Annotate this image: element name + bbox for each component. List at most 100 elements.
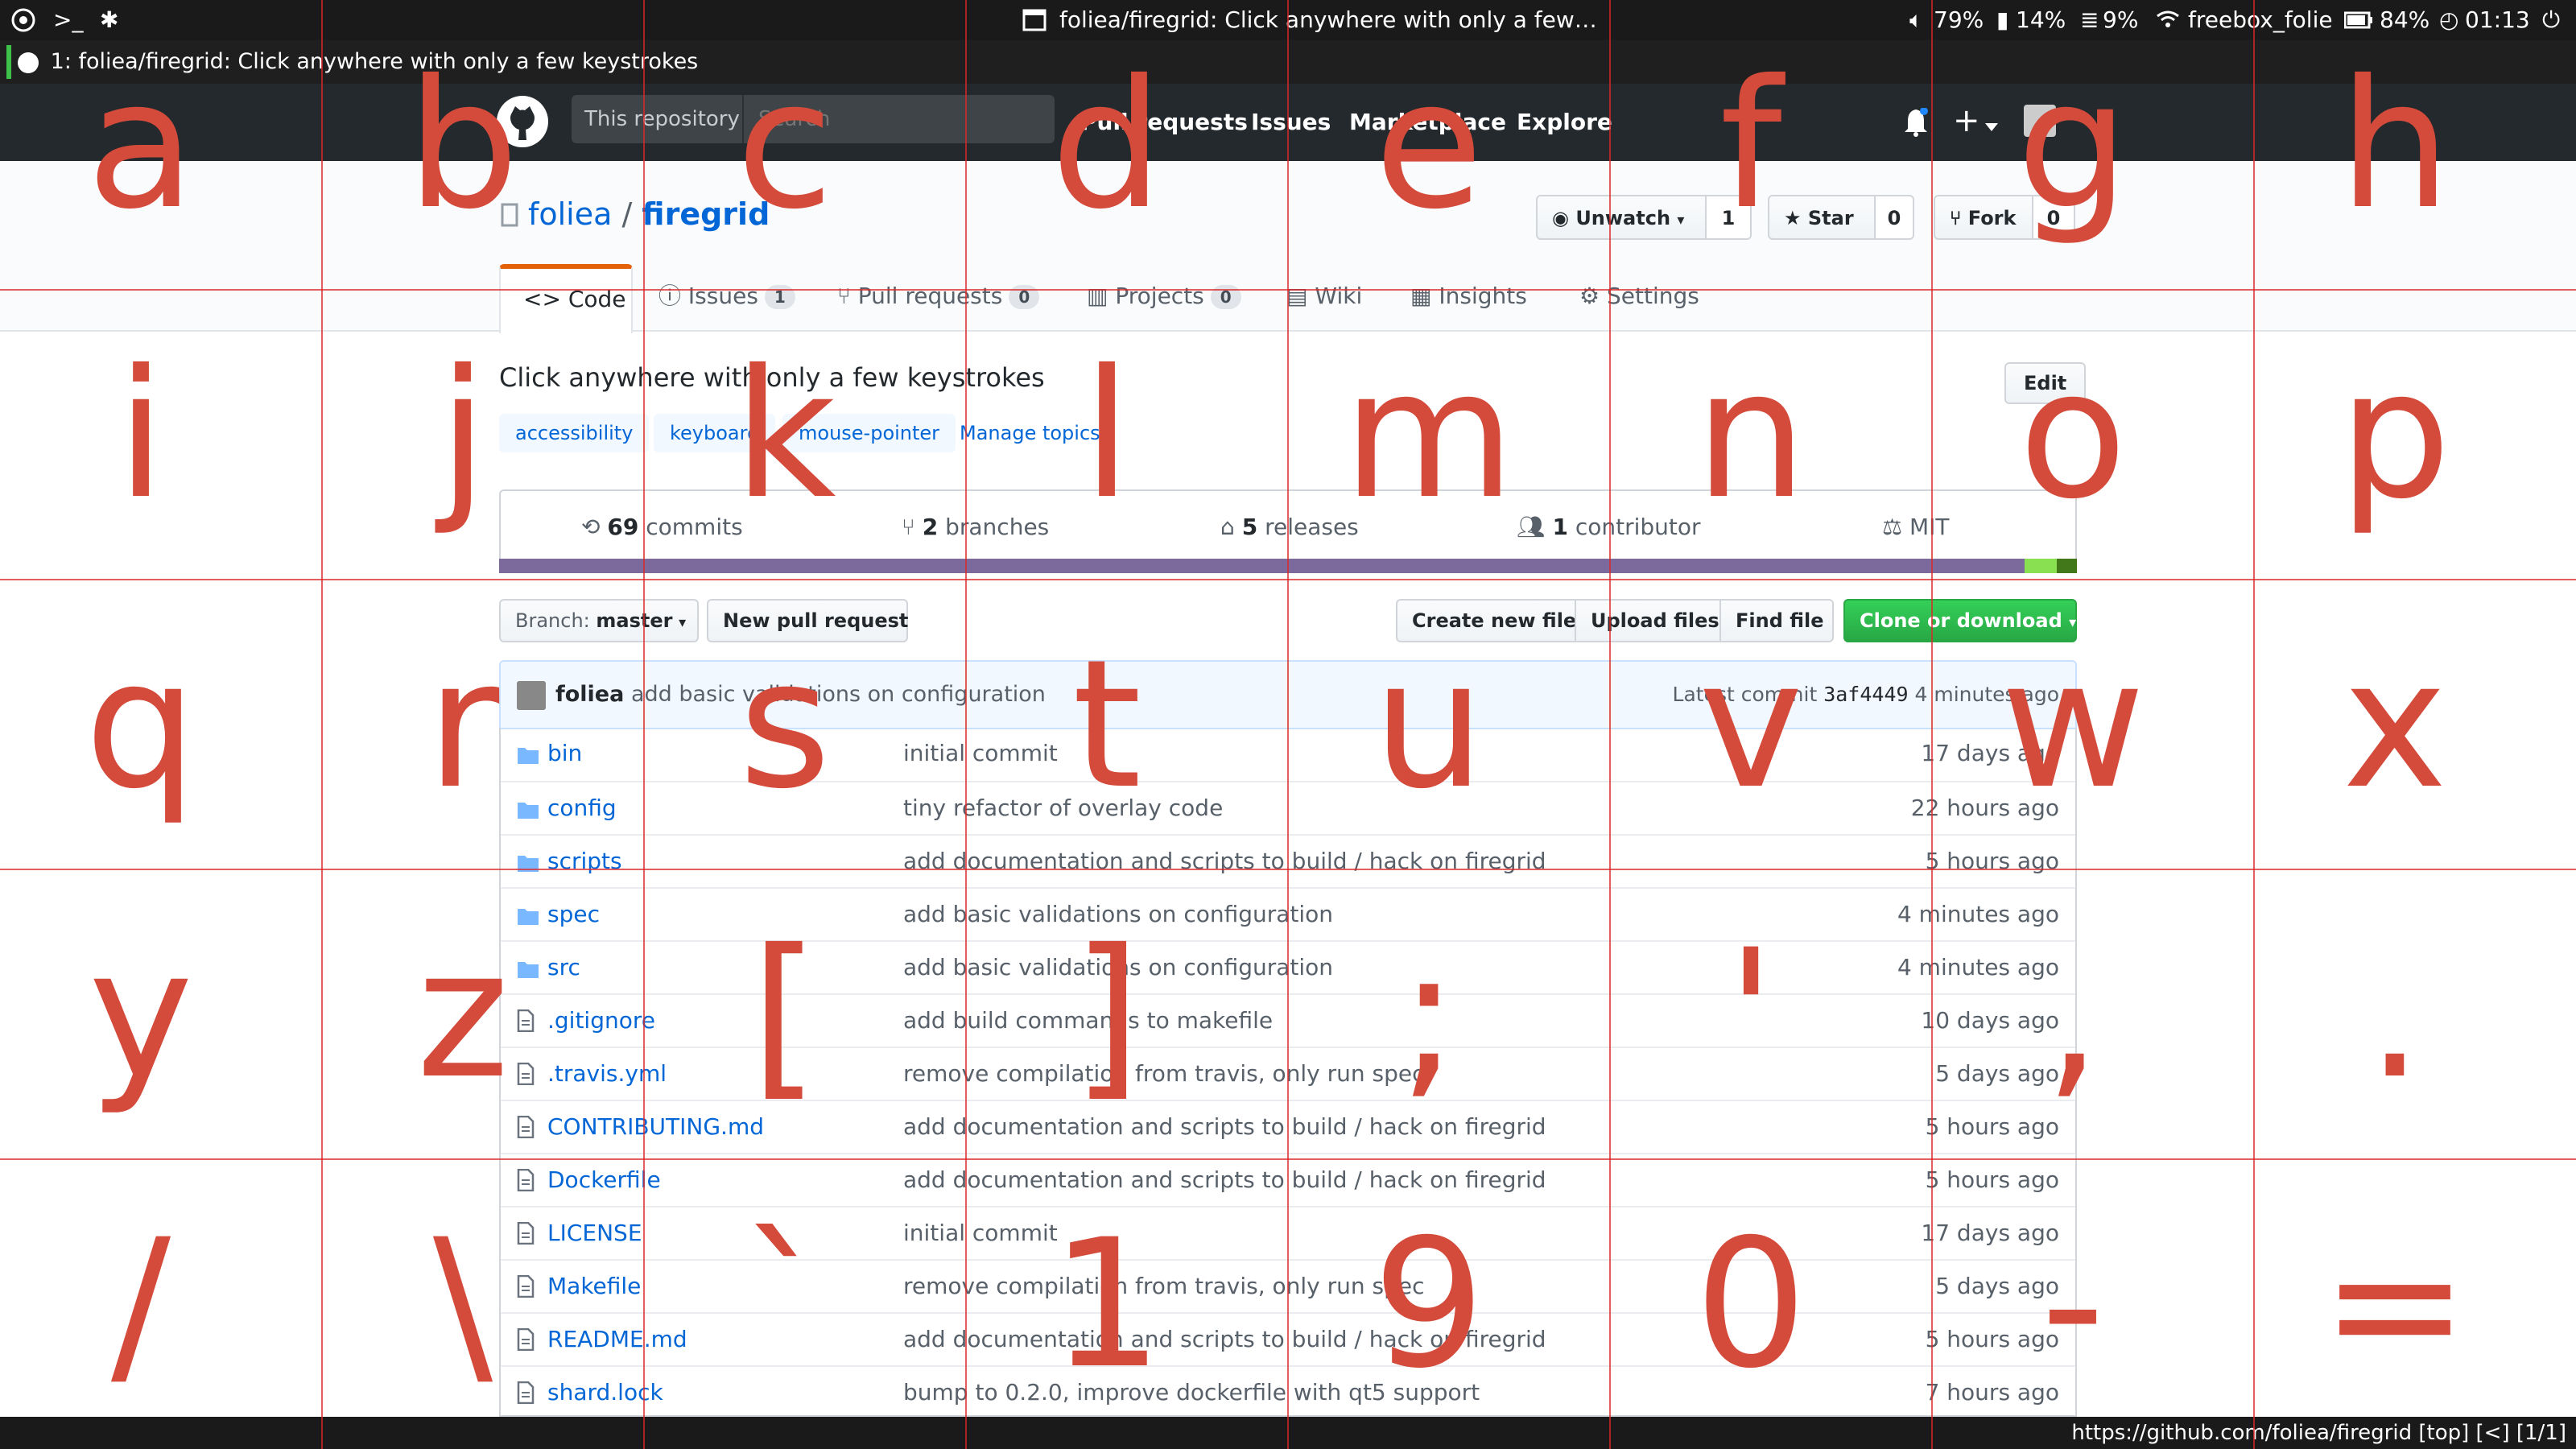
tab-code[interactable]: <> Code [499,264,633,333]
nav-marketplace[interactable]: Marketplace [1349,101,1506,143]
repo-header: foliea / firegrid ◉ Unwatch ▾ 1 ★ Star 0… [0,161,2576,333]
hint-key-label[interactable]: q [0,580,302,869]
file-commit-message-link[interactable]: initial commit [903,728,1058,779]
language-bar[interactable] [499,559,2077,573]
file-commit-message-link[interactable]: add build commands to makefile [903,995,1273,1046]
create-new-file-button[interactable]: Create new file [1396,599,1576,642]
file-age: 5 days ago [1935,1060,2059,1087]
new-pull-request-button[interactable]: New pull request [707,599,908,642]
terminal-icon[interactable]: >_ [53,0,83,40]
search-input[interactable] [745,95,1051,143]
table-row: CONTRIBUTING.md add documentation and scr… [501,1100,2075,1153]
topic-keyboard[interactable]: keyboard [654,414,776,452]
hint-key-label[interactable]: i [0,290,302,580]
nav-pull-requests[interactable]: Pull requests [1080,101,1248,143]
file-name-link[interactable]: Dockerfile [547,1154,661,1206]
commit-author-link[interactable]: foliea [555,682,624,707]
file-commit-message-link[interactable]: remove compilation from travis, only run… [903,1261,1425,1312]
system-top-bar: >_ ✱ foliea/firegrid: Click anywhere wit… [0,0,2576,40]
file-commit-message-link[interactable]: add documentation and scripts to build /… [903,1101,1546,1153]
clone-or-download-button[interactable]: Clone or download ▾ [1843,599,2077,642]
file-icon [517,1062,539,1086]
file-commit-message-link[interactable]: initial commit [903,1208,1058,1259]
folder-icon [517,799,539,819]
file-name-link[interactable]: scripts [547,836,622,887]
wifi-name: freebox_folie [2188,6,2333,33]
browser-tab[interactable]: 1: foliea/firegrid: Click anywhere with … [6,45,698,79]
branches-link[interactable]: ⑂ 2 branches [902,491,1049,564]
clock: 01:13 [2465,6,2530,33]
table-row: Dockerfile add documentation and scripts … [501,1153,2075,1206]
contributors-link[interactable]: 👥︎ 1 contributor [1517,491,1701,564]
file-commit-message-link[interactable]: remove compilation from travis, only run… [903,1048,1425,1100]
github-logo-icon[interactable] [496,95,549,151]
avatar[interactable] [2024,105,2056,137]
gear-icon[interactable]: ✱ [100,0,118,40]
file-commit-message-link[interactable]: add basic validations on configuration [903,942,1333,993]
branch-select-button[interactable]: Branch: master ▾ [499,599,699,642]
table-row: scripts add documentation and scripts to … [501,834,2075,887]
file-name-link[interactable]: Makefile [547,1261,641,1312]
tab-settings[interactable]: ⚙ Settings [1579,261,1699,332]
file-name-link[interactable]: .travis.yml [547,1048,667,1100]
file-name-link[interactable]: spec [547,889,600,940]
tab-insights[interactable]: ▦ Insights [1410,261,1527,332]
search-box[interactable]: This repository [572,95,1055,143]
hint-key-label[interactable]: x [2234,580,2556,869]
star-button[interactable]: ★ Star [1768,195,1876,240]
hint-key-label[interactable]: p [2234,290,2556,580]
commits-link[interactable]: ⟲ 69 commits [581,491,743,564]
nav-explore[interactable]: Explore [1517,101,1612,143]
tab-wiki[interactable]: ▤ Wiki [1286,261,1362,332]
fork-count[interactable]: 0 [2033,195,2075,240]
repo-name-link[interactable]: firegrid [642,196,770,232]
search-scope-label[interactable]: This repository [572,95,744,143]
file-commit-message-link[interactable]: add documentation and scripts to build /… [903,1154,1546,1206]
hint-key-label[interactable]: / [0,1159,302,1449]
chevron-down-icon[interactable] [1985,119,1998,134]
file-name-link[interactable]: config [547,782,617,834]
repo-owner-link[interactable]: foliea [528,196,612,232]
avatar[interactable] [517,681,546,710]
file-commit-message-link[interactable]: tiny refactor of overlay code [903,782,1223,834]
bell-icon[interactable] [1903,107,1929,140]
topic-mouse-pointer[interactable]: mouse-pointer [782,414,956,452]
power-icon[interactable]: ⏻ [2542,0,2560,40]
hint-key-label[interactable]: y [0,869,302,1159]
issue-icon: ⓘ [658,283,682,309]
file-name-link[interactable]: CONTRIBUTING.md [547,1101,764,1153]
file-name-link[interactable]: LICENSE [547,1208,642,1259]
hint-key-label[interactable]: = [2234,1159,2556,1449]
watch-count[interactable]: 1 [1707,195,1752,240]
tab-insights-label: Insights [1439,283,1527,309]
file-commit-message-link[interactable]: add documentation and scripts to build /… [903,1314,1546,1365]
releases-link[interactable]: ⌂ 5 releases [1220,491,1359,564]
upload-files-button[interactable]: Upload files [1575,599,1721,642]
tab-code-label: Code [568,286,626,312]
manage-topics-link[interactable]: Manage topics [960,414,1100,452]
star-count[interactable]: 0 [1876,195,1914,240]
commit-message-link[interactable]: add basic validations on configuration [631,682,1046,707]
nav-issues[interactable]: Issues [1251,101,1331,143]
commit-sha-link[interactable]: 3af4449 [1823,683,1908,706]
chrome-icon[interactable] [11,0,35,40]
license-link[interactable]: ⚖ MIT [1882,491,1950,564]
tab-issues[interactable]: ⓘ Issues 1 [658,261,795,332]
file-name-link[interactable]: .gitignore [547,995,655,1046]
hint-key-label[interactable]: . [2234,869,2556,1159]
file-commit-message-link[interactable]: add basic validations on configuration [903,889,1333,940]
file-commit-message-link[interactable]: bump to 0.2.0, improve dockerfile with q… [903,1367,1480,1415]
file-name-link[interactable]: README.md [547,1314,687,1365]
find-file-button[interactable]: Find file [1719,599,1834,642]
fork-button[interactable]: ⑂ Fork [1934,195,2033,240]
unwatch-button[interactable]: ◉ Unwatch ▾ [1536,195,1707,240]
tab-projects[interactable]: ▥ Projects 0 [1087,261,1241,332]
file-name-link[interactable]: shard.lock [547,1367,663,1415]
tab-pull-requests[interactable]: ⑂ Pull requests 0 [837,261,1040,332]
file-commit-message-link[interactable]: add documentation and scripts to build /… [903,836,1546,887]
topic-accessibility[interactable]: accessibility [499,414,650,452]
file-name-link[interactable]: src [547,942,580,993]
file-name-link[interactable]: bin [547,728,582,779]
edit-description-button[interactable]: Edit [2004,362,2087,404]
plus-icon[interactable]: + [1953,100,1980,142]
